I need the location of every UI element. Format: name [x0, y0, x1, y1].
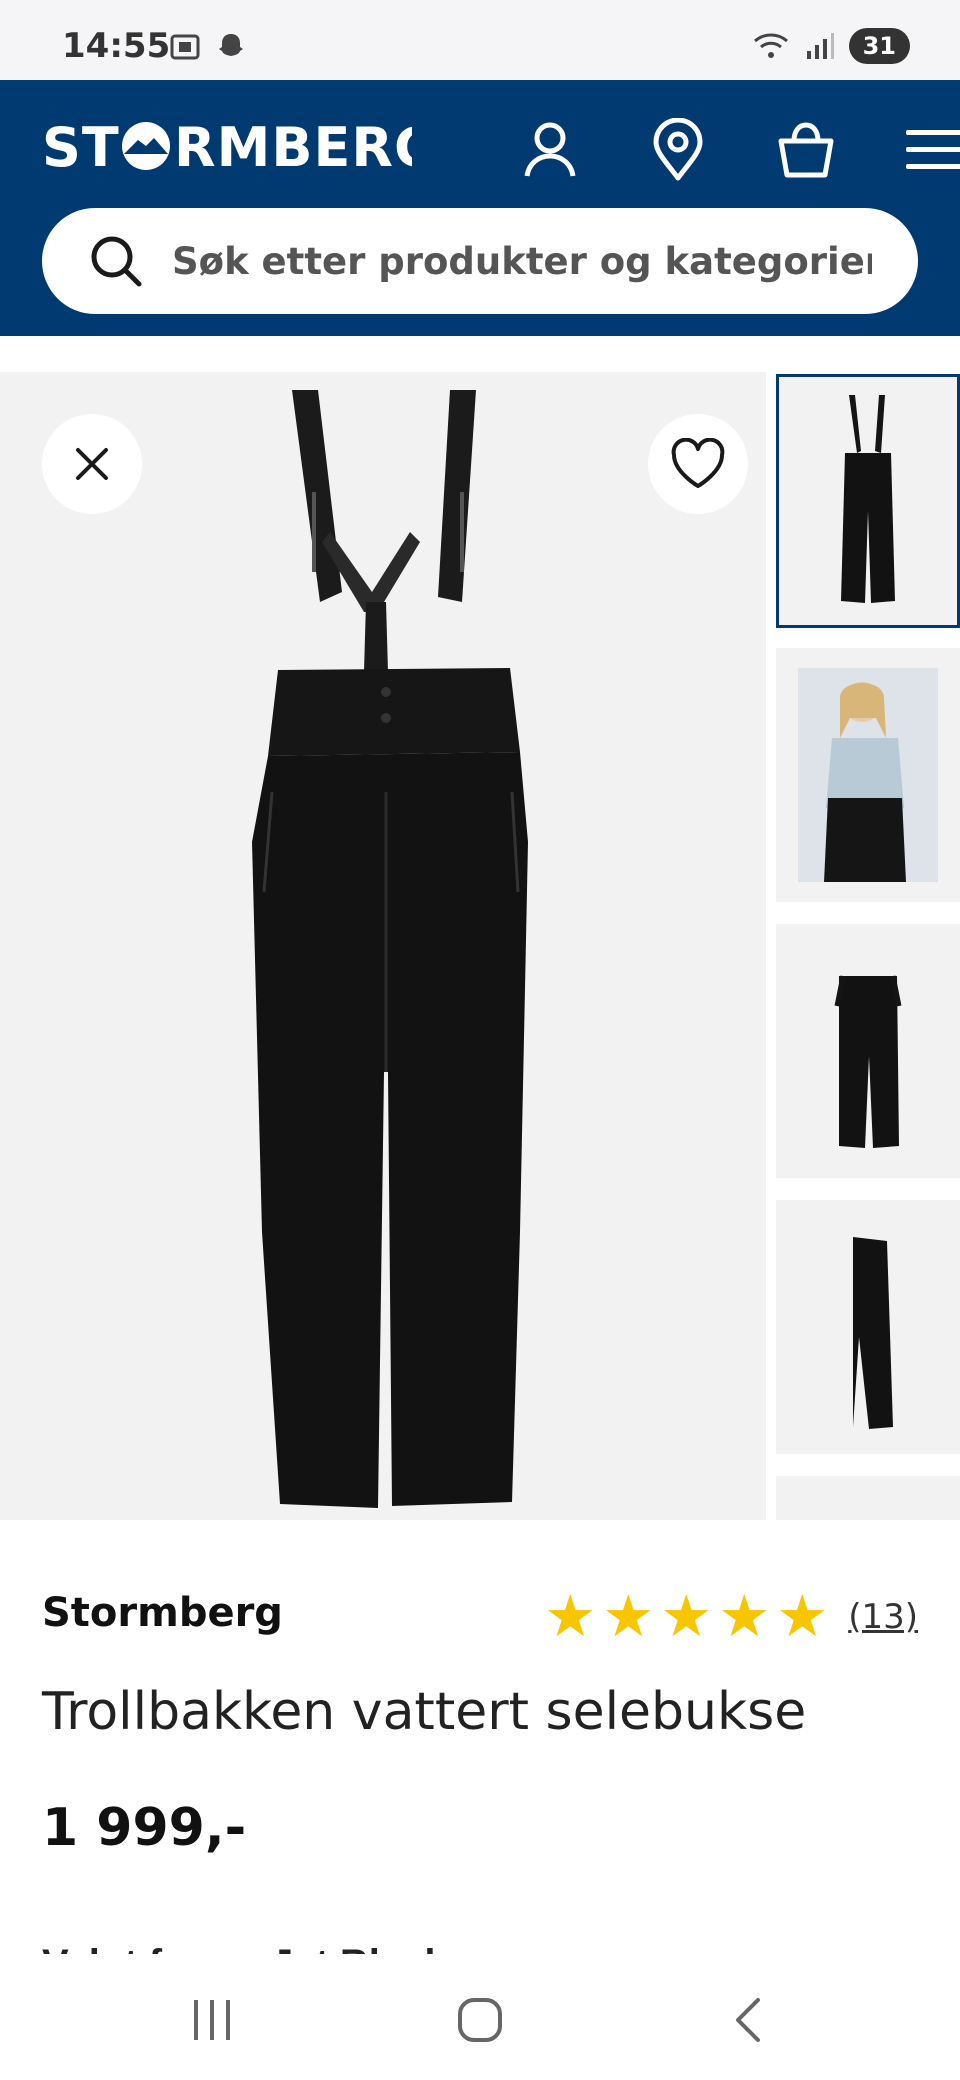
ski-pants-image: [252, 390, 528, 1508]
home-icon: [458, 1998, 502, 2042]
back-icon: [736, 1998, 760, 2042]
status-time: 14:55: [62, 26, 171, 66]
product-title: Trollbakken vattert selebukse: [42, 1682, 807, 1742]
thumbnail-strip: [776, 372, 960, 1520]
thumbnail-back[interactable]: [776, 924, 960, 1178]
product-price: 1 999,-: [42, 1798, 247, 1858]
star-icon: ★: [776, 1584, 829, 1649]
home-button[interactable]: [440, 1990, 520, 2050]
site-header: ST RMBERG: [0, 80, 960, 336]
account-button[interactable]: [510, 110, 590, 190]
back-button[interactable]: [708, 1990, 788, 2050]
close-icon: [76, 448, 108, 480]
menu-button[interactable]: [894, 110, 960, 190]
main-product-image[interactable]: [0, 372, 766, 1520]
selected-color-text: Valgt farge: Jet Black: [42, 1936, 918, 1954]
signal-icon: [806, 33, 834, 59]
system-status-icons: 31: [751, 28, 910, 64]
product-rating[interactable]: ★ ★ ★ ★ ★ (13): [544, 1588, 918, 1646]
star-icon: ★: [660, 1584, 713, 1649]
product-gallery: [0, 372, 960, 1520]
thumbnail-model[interactable]: [776, 648, 960, 902]
star-icon: ★: [544, 1584, 597, 1649]
account-icon: [524, 122, 576, 177]
svg-text:ST: ST: [42, 116, 120, 174]
search-bar[interactable]: [42, 208, 918, 314]
thumbnail-image: [834, 975, 902, 1148]
close-button[interactable]: [42, 414, 142, 514]
svg-text:RMBERG: RMBERG: [174, 116, 412, 174]
stormberg-logo[interactable]: ST RMBERG: [42, 116, 438, 179]
search-input[interactable]: [172, 239, 872, 283]
heart-icon: [671, 438, 725, 488]
thumbnail-side[interactable]: [776, 1200, 960, 1454]
store-locator-button[interactable]: [638, 110, 718, 190]
notification-icons: [168, 30, 248, 64]
thumbnail-partial[interactable]: [776, 1476, 960, 1520]
snapchat-icon: [219, 34, 243, 56]
thumbnail-image: [841, 395, 895, 603]
product-brand[interactable]: Stormberg: [42, 1590, 283, 1636]
recent-apps-button[interactable]: [172, 1990, 252, 2050]
cart-button[interactable]: [766, 110, 846, 190]
thumbnail-image: [853, 1237, 893, 1429]
menu-icon: [906, 130, 960, 169]
system-nav-bar: [0, 1960, 960, 2080]
review-count-link[interactable]: (13): [848, 1597, 918, 1637]
thumbnail-front[interactable]: [776, 374, 960, 628]
store-location-icon: [653, 118, 703, 181]
screenshot-icon: [170, 34, 200, 60]
stormberg-logo-mark: ST RMBERG: [42, 116, 438, 179]
favorite-button[interactable]: [648, 414, 748, 514]
status-bar: 14:55 31: [0, 0, 960, 80]
selected-color-line: Valgt farge: Jet Black: [42, 1936, 918, 1954]
cart-icon: [778, 122, 834, 178]
star-icon: ★: [602, 1584, 655, 1649]
thumbnail-image: [798, 668, 938, 882]
search-icon: [91, 236, 142, 287]
recent-apps-icon: [194, 2000, 230, 2040]
battery-indicator: 31: [848, 28, 910, 64]
star-icon: ★: [718, 1584, 771, 1649]
wifi-icon: [753, 33, 788, 58]
